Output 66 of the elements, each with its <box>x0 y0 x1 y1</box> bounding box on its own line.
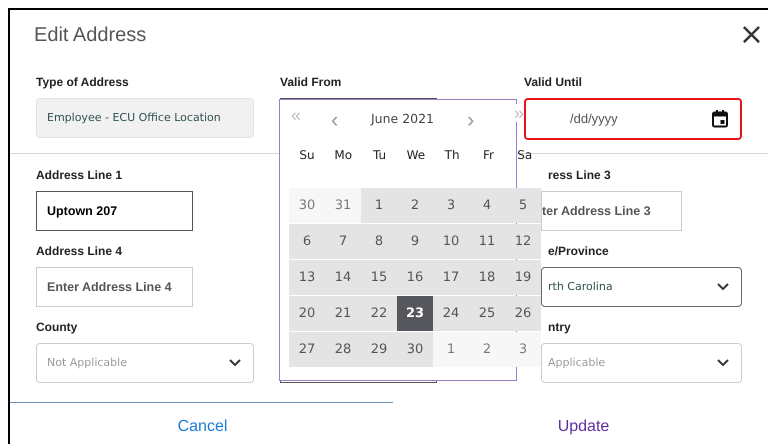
calendar-day[interactable]: 1 <box>433 332 469 367</box>
calendar-day[interactable]: 11 <box>469 224 505 259</box>
calendar-day[interactable]: 14 <box>325 260 361 295</box>
field-label: County <box>36 319 78 336</box>
field-label: Valid From <box>280 74 342 91</box>
calendar-day[interactable]: 12 <box>505 224 541 259</box>
weekday-label: We <box>406 147 426 164</box>
calendar-day[interactable]: 24 <box>433 296 469 331</box>
calendar-day[interactable]: 22 <box>361 296 397 331</box>
dialog-title: Edit Address <box>34 23 146 48</box>
calendar-day[interactable]: 5 <box>505 188 541 223</box>
weekday-label: Su <box>298 147 316 164</box>
calendar-day[interactable]: 20 <box>289 296 325 331</box>
calendar-day[interactable]: 7 <box>325 224 361 259</box>
field-label: ntry <box>547 319 571 336</box>
text-field[interactable]: Uptown 207 <box>36 191 193 231</box>
calendar-day[interactable]: 6 <box>289 224 325 259</box>
calendar-day[interactable]: 31 <box>325 188 361 223</box>
address-type-field: Employee - ECU Office Location <box>36 98 254 138</box>
calendar-day[interactable]: 15 <box>361 260 397 295</box>
calendar-day[interactable]: 19 <box>505 260 541 295</box>
date-field[interactable]: /dd/yyyy <box>524 98 742 140</box>
calendar-day[interactable]: 3 <box>505 332 541 367</box>
field-label: ress Line 3 <box>547 167 611 184</box>
calendar-day[interactable]: 28 <box>325 332 361 367</box>
weekday-label: Th <box>444 147 461 164</box>
text-field[interactable]: ter Address Line 3 <box>541 191 682 231</box>
calendar-day[interactable]: 27 <box>289 332 325 367</box>
chevron-down-icon <box>717 283 729 291</box>
field-label: Address Line 4 <box>36 243 122 260</box>
calendar-day[interactable]: 4 <box>469 188 505 223</box>
calendar-day[interactable]: 3 <box>433 188 469 223</box>
field-label: Valid Until <box>524 74 582 91</box>
calendar-day[interactable]: 30 <box>289 188 325 223</box>
field-label: Address Line 1 <box>36 167 122 184</box>
calendar-day[interactable]: 2 <box>397 188 433 223</box>
calendar-day[interactable]: 2 <box>469 332 505 367</box>
calendar-day[interactable]: 16 <box>397 260 433 295</box>
weekday-label: Mo <box>333 147 354 164</box>
update-button[interactable]: Update <box>550 415 618 439</box>
weekday-label: Fr <box>482 147 495 164</box>
calendar-day[interactable]: 25 <box>469 296 505 331</box>
calendar-icon[interactable] <box>712 110 728 128</box>
weekday-label: Tu <box>372 147 388 164</box>
calendar-day[interactable]: 23 <box>397 296 433 331</box>
calendar-day[interactable]: 21 <box>325 296 361 331</box>
cancel-button[interactable]: Cancel <box>170 415 236 439</box>
chevron-down-icon <box>717 359 729 367</box>
calendar-day[interactable]: 1 <box>361 188 397 223</box>
weekday-label: Sa <box>516 147 534 164</box>
field-label: Type of Address <box>36 74 129 91</box>
close-button[interactable]: × <box>738 20 764 50</box>
calendar-day[interactable]: 17 <box>433 260 469 295</box>
calendar-day[interactable]: 30 <box>397 332 433 367</box>
calendar-day[interactable]: 8 <box>361 224 397 259</box>
calendar-day[interactable]: 29 <box>361 332 397 367</box>
select-field[interactable]: rth Carolina <box>541 267 742 307</box>
month-title[interactable]: June 2021 <box>371 110 451 128</box>
field-label: e/Province <box>547 243 609 260</box>
calendar-day[interactable]: 10 <box>433 224 469 259</box>
calendar-day[interactable]: 9 <box>397 224 433 259</box>
calendar-day[interactable]: 26 <box>505 296 541 331</box>
chevron-down-icon <box>229 359 241 367</box>
calendar-day[interactable]: 18 <box>469 260 505 295</box>
text-field[interactable]: Enter Address Line 4 <box>36 267 193 307</box>
calendar-day[interactable]: 13 <box>289 260 325 295</box>
